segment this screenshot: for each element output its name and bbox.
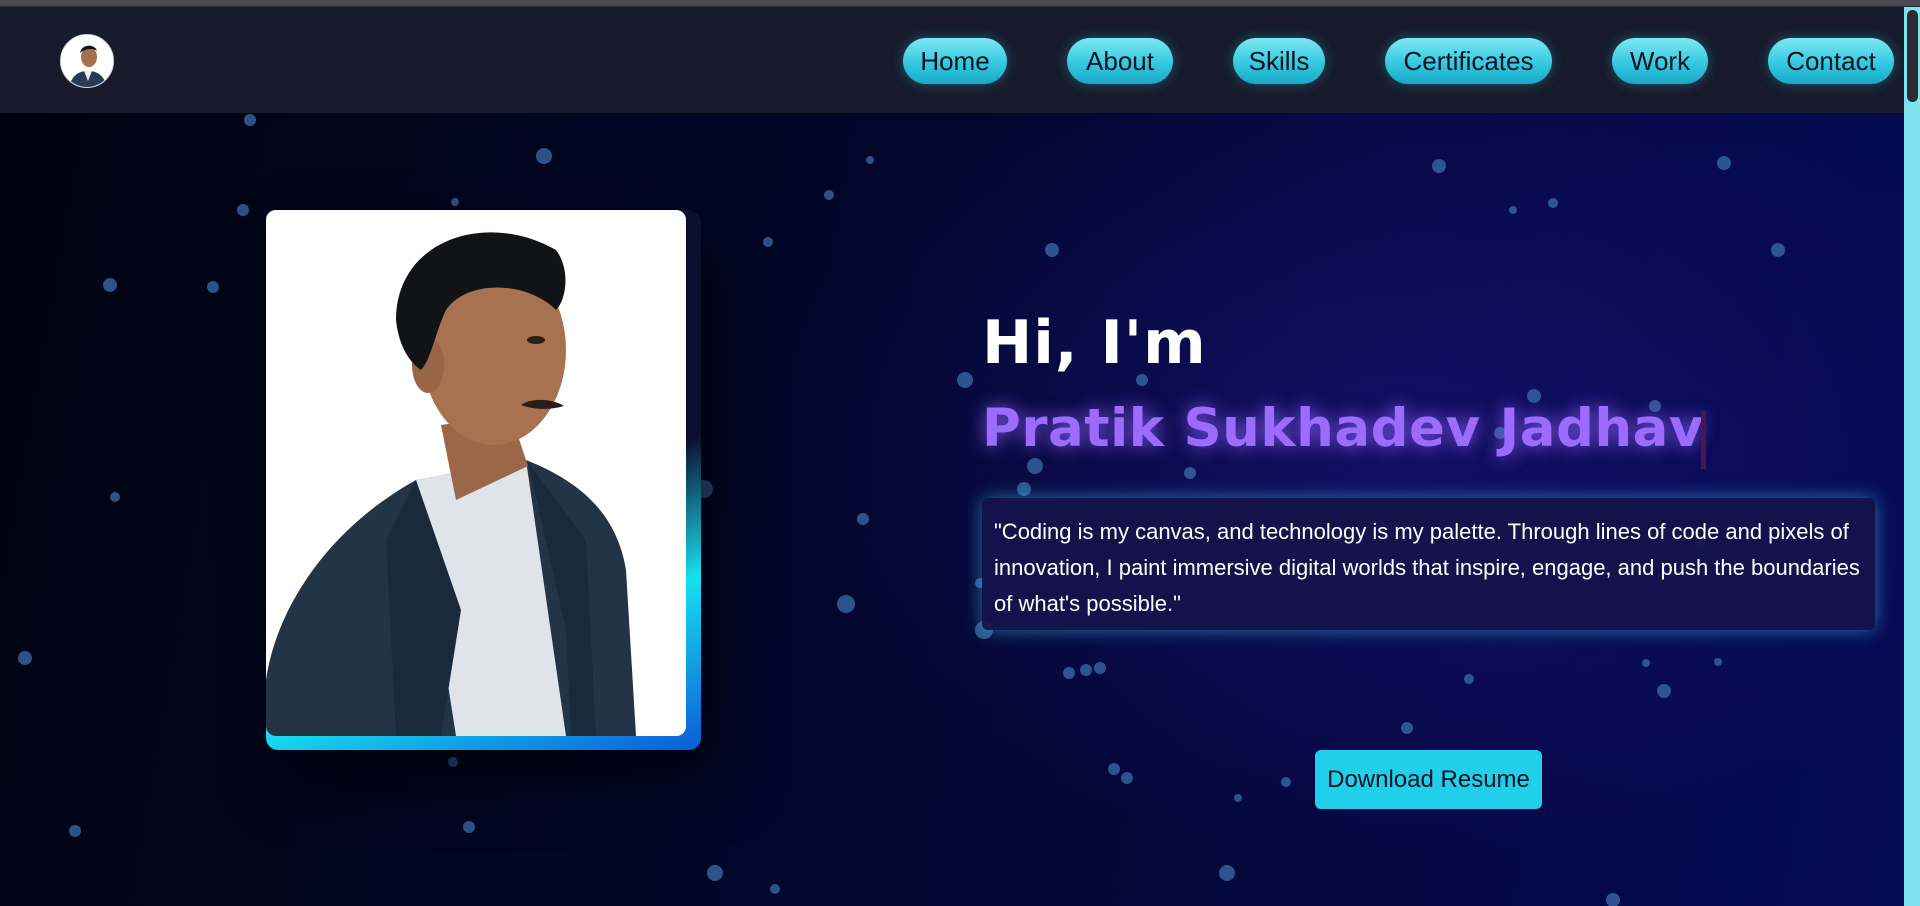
particle-dot [1219,865,1235,881]
particle-dot [103,278,117,292]
scrollbar-thumb[interactable] [1907,10,1918,102]
particle-dot [1017,482,1031,496]
particle-dot [837,595,855,613]
particle-dot [207,281,219,293]
particle-dot [1027,458,1043,474]
particle-dot [1401,722,1413,734]
particle-dot [451,198,459,206]
particle-dot [463,821,475,833]
particle-dot [1094,662,1106,674]
particle-dot [957,372,973,388]
nav-certificates-button[interactable]: Certificates [1385,38,1552,84]
hero-section: Hi, I'm Pratik Sukhadev Jadhav "Coding i… [0,113,1904,906]
logo-avatar[interactable] [60,34,114,88]
particle-dot [857,513,869,525]
navbar: Home About Skills Certificates Work Cont… [0,7,1904,113]
particle-dot [1642,659,1650,667]
particle-dot [69,825,81,837]
particle-dot [1509,206,1517,214]
particle-dot [18,651,32,665]
particle-dot [1234,794,1242,802]
person-portrait-icon [266,210,686,736]
particle-dot [536,148,552,164]
download-resume-button[interactable]: Download Resume [1315,750,1542,809]
particle-dot [1714,658,1722,666]
particle-dot [866,156,874,164]
particle-dot [824,190,834,200]
browser-top-edge [0,0,1920,7]
particle-dot [1045,243,1059,257]
typing-cursor [1701,411,1706,469]
particle-dot [1184,467,1196,479]
quote-box: "Coding is my canvas, and technology is … [982,498,1875,630]
particle-dot [1281,777,1291,787]
profile-photo [266,210,686,736]
particle-dot [1108,763,1120,775]
particle-dot [1657,684,1671,698]
greeting-heading: Hi, I'm [982,308,1207,378]
nav-skills-button[interactable]: Skills [1233,38,1325,84]
nav-about-button[interactable]: About [1067,38,1173,84]
particle-dot [1717,156,1731,170]
nav-work-button[interactable]: Work [1612,38,1708,84]
avatar-portrait-icon [61,35,113,87]
particle-dot [110,492,120,502]
particle-dot [448,757,458,767]
particle-dot [1432,159,1446,173]
particle-dot [244,114,256,126]
particle-dot [1548,198,1558,208]
particle-dot [1771,243,1785,257]
particle-dot [707,865,723,881]
particle-dot [237,204,249,216]
particle-dot [1464,674,1474,684]
particle-dot [1063,667,1075,679]
scrollbar-track[interactable] [1904,7,1920,906]
particle-dot [1121,772,1133,784]
particle-dot [1080,664,1092,676]
name-heading: Pratik Sukhadev Jadhav [982,398,1704,459]
nav-contact-button[interactable]: Contact [1768,38,1894,84]
particle-dot [763,237,773,247]
nav-home-button[interactable]: Home [903,38,1007,84]
particle-dot [1606,893,1620,906]
quote-text: "Coding is my canvas, and technology is … [994,519,1860,616]
particle-dot [770,884,780,894]
